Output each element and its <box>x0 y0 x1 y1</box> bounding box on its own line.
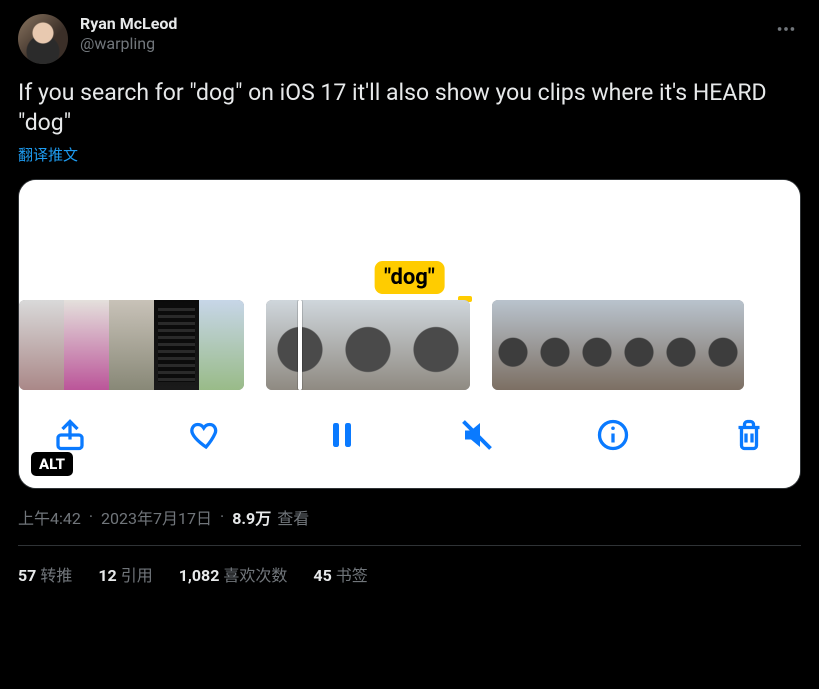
tweet: Ryan McLeod @warpling If you search for … <box>0 0 819 600</box>
more-icon[interactable] <box>771 14 801 48</box>
tweet-body: If you search for "dog" on iOS 17 it'll … <box>18 78 801 138</box>
clip-thumb[interactable] <box>402 300 470 390</box>
clip-thumb[interactable] <box>334 300 402 390</box>
tweet-header: Ryan McLeod @warpling <box>18 14 801 64</box>
playhead-icon[interactable] <box>298 300 302 390</box>
clip-thumb[interactable] <box>492 300 534 390</box>
timeline-strip[interactable] <box>19 300 800 390</box>
clip-group[interactable] <box>19 300 244 390</box>
share-icon[interactable] <box>47 412 93 458</box>
clip-group[interactable] <box>492 300 744 390</box>
clip-thumb[interactable] <box>534 300 576 390</box>
avatar[interactable] <box>18 14 68 64</box>
media-card[interactable]: "dog" <box>18 179 801 489</box>
media-toolbar <box>19 390 800 488</box>
bookmarks[interactable]: 45书签 <box>313 562 367 586</box>
trash-icon[interactable] <box>726 412 772 458</box>
views-label: 查看 <box>277 505 309 529</box>
clip-thumb[interactable] <box>199 300 244 390</box>
date[interactable]: 2023年7月17日 <box>101 505 212 529</box>
mute-icon[interactable] <box>454 412 500 458</box>
retweets[interactable]: 57转推 <box>18 562 72 586</box>
clip-thumb[interactable] <box>109 300 154 390</box>
display-name: Ryan McLeod <box>80 14 177 34</box>
views-count: 8.9万 <box>232 505 271 529</box>
heart-icon[interactable] <box>183 412 229 458</box>
alt-badge[interactable]: ALT <box>31 452 73 476</box>
likes[interactable]: 1,082喜欢次数 <box>179 562 288 586</box>
clip-group[interactable] <box>266 300 470 390</box>
clip-thumb[interactable] <box>154 300 199 390</box>
media-preview-area: "dog" <box>19 180 800 300</box>
separator-dot <box>218 507 226 526</box>
quotes[interactable]: 12引用 <box>98 562 152 586</box>
clip-thumb[interactable] <box>19 300 64 390</box>
tweet-meta: 上午4:42 2023年7月17日 8.9万 查看 <box>18 505 801 529</box>
time[interactable]: 上午4:42 <box>18 505 81 529</box>
info-icon[interactable] <box>590 412 636 458</box>
clip-thumb[interactable] <box>576 300 618 390</box>
clip-thumb[interactable] <box>64 300 109 390</box>
pause-icon[interactable] <box>319 412 365 458</box>
translate-link[interactable]: 翻译推文 <box>18 144 78 165</box>
clip-thumb[interactable] <box>702 300 744 390</box>
clip-thumb[interactable] <box>660 300 702 390</box>
author-block[interactable]: Ryan McLeod @warpling <box>80 14 177 54</box>
separator-dot <box>87 507 95 526</box>
clip-thumb[interactable] <box>618 300 660 390</box>
search-term-marker: "dog" <box>374 261 445 294</box>
handle: @warpling <box>80 34 177 54</box>
tweet-stats: 57转推 12引用 1,082喜欢次数 45书签 <box>18 546 801 600</box>
